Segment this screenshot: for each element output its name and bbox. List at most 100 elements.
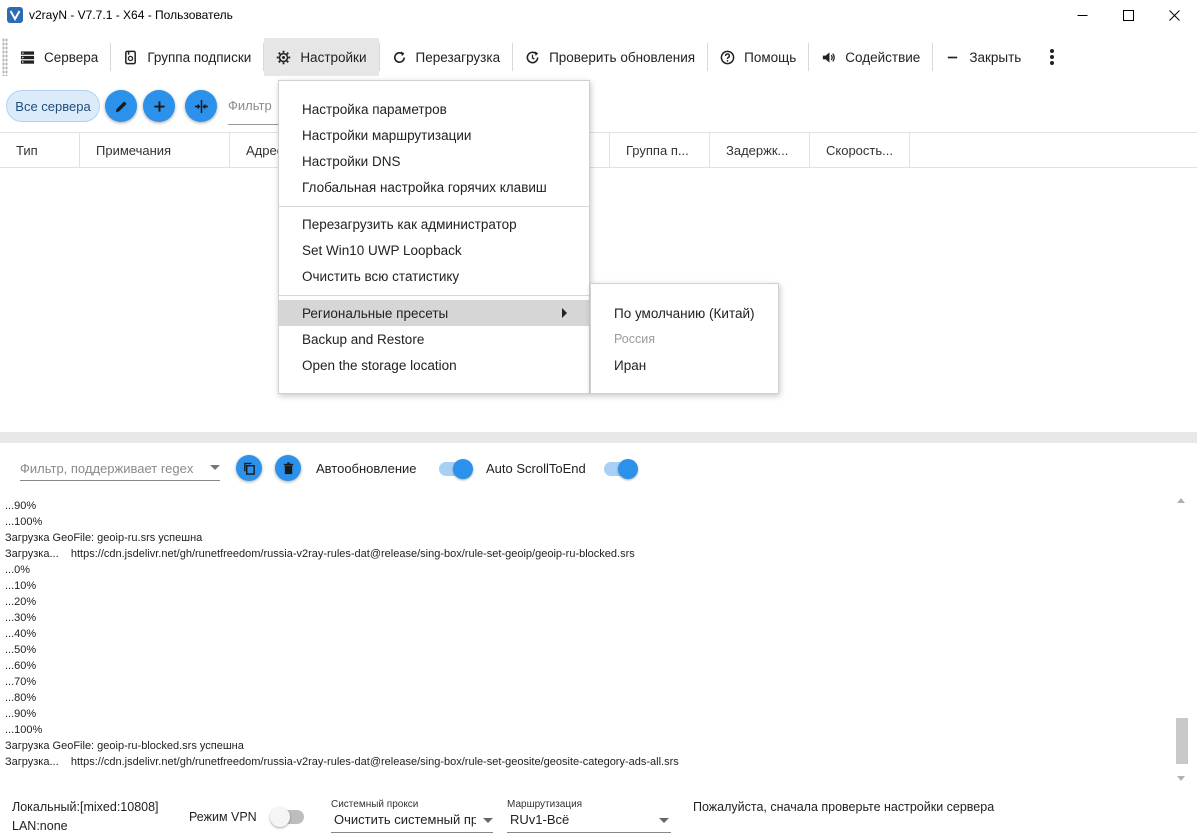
promotion-button[interactable]: Содействие [809, 38, 932, 76]
menu-item-regional-presets[interactable]: Региональные пресеты [279, 300, 589, 326]
window-title: v2rayN - V7.7.1 - X64 - Пользователь [29, 8, 233, 22]
status-bar: Локальный:[mixed:10808] LAN:none Режим V… [0, 795, 1197, 839]
menu-item-restart-admin[interactable]: Перезагрузить как администратор [279, 211, 589, 237]
log-line: ...90% [5, 500, 37, 512]
log-scrollbar[interactable] [1173, 490, 1189, 788]
title-bar[interactable]: v2rayN - V7.7.1 - X64 - Пользователь [0, 0, 1197, 30]
menu-item-parameters[interactable]: Настройка параметров [279, 96, 589, 122]
v2rayn-logo-icon [7, 7, 23, 23]
maximize-button[interactable] [1105, 0, 1151, 30]
settings-button[interactable]: Настройки [264, 38, 379, 76]
preset-default-china[interactable]: По умолчанию (Китай) [591, 300, 778, 326]
check-updates-button[interactable]: Проверить обновления [513, 38, 707, 76]
gear-icon [277, 50, 291, 64]
log-line: ...90% [5, 708, 37, 720]
preset-iran[interactable]: Иран [591, 352, 778, 378]
log-line: ...20% [5, 596, 37, 608]
auto-refresh-toggle[interactable] [439, 459, 473, 479]
plus-icon [153, 100, 165, 112]
app-window: v2rayN - V7.7.1 - X64 - Пользователь Сер… [0, 0, 1197, 839]
auto-scroll-label: Auto ScrollToEnd [486, 461, 586, 476]
minimize-button[interactable] [1059, 0, 1105, 30]
clear-log-button[interactable] [275, 455, 301, 481]
help-label: Помощь [744, 49, 797, 65]
subscription-icon [125, 50, 137, 64]
refresh-icon [393, 50, 405, 63]
regional-presets-submenu: По умолчанию (Китай) Россия Иран [590, 283, 779, 394]
subscription-group-label: Группа подписки [147, 49, 252, 65]
servers-button[interactable]: Сервера [8, 38, 110, 76]
minus-icon [948, 56, 958, 58]
menu-item-hotkeys[interactable]: Глобальная настройка горячих клавиш [279, 174, 589, 200]
regional-presets-label: Региональные пресеты [302, 305, 449, 321]
more-options-button[interactable] [1041, 38, 1063, 76]
reload-button[interactable]: Перезагрузка [380, 38, 513, 76]
log-line: ...40% [5, 628, 37, 640]
log-line: Загрузка... https://cdn.jsdelivr.net/gh/… [5, 548, 635, 560]
menu-item-open-storage[interactable]: Open the storage location [279, 352, 589, 378]
menu-item-uwp-loopback[interactable]: Set Win10 UWP Loopback [279, 237, 589, 263]
all-servers-chip[interactable]: Все сервера [6, 90, 100, 122]
add-server-button[interactable] [143, 90, 175, 122]
more-vertical-icon [1050, 49, 1055, 65]
help-button[interactable]: Помощь [708, 38, 808, 76]
server-grid-header: Тип Примечания Адрес Группа п... Задержк… [0, 132, 1197, 168]
routing-underline [507, 832, 671, 833]
server-filter-bar: Все сервера Фильтр [0, 88, 1197, 128]
status-message: Пожалуйста, сначала проверьте настройки … [693, 800, 995, 814]
column-header-speed[interactable]: Скорость... [810, 133, 910, 167]
server-filter-input[interactable]: Фильтр [228, 98, 272, 113]
system-proxy-select[interactable]: Очистить системный прокси [334, 812, 476, 827]
auto-scroll-toggle[interactable] [604, 459, 638, 479]
log-output[interactable]: ...90% ...100% Загрузка GeoFile: geoip-r… [5, 490, 1170, 780]
menu-item-routing[interactable]: Настройки маршрутизации [279, 122, 589, 148]
reload-label: Перезагрузка [415, 49, 501, 65]
scroll-down-arrow-icon[interactable] [1177, 776, 1185, 781]
chevron-down-icon[interactable] [210, 465, 220, 470]
close-app-button[interactable]: Закрыть [933, 38, 1033, 76]
edit-server-button[interactable] [105, 90, 137, 122]
menu-separator [279, 295, 589, 296]
log-line: ...100% [5, 516, 43, 528]
routing-select[interactable]: RUv1-Всё [510, 812, 650, 827]
chevron-down-icon[interactable] [483, 818, 493, 823]
vpn-mode-label: Режим VPN [189, 810, 257, 824]
log-filter-input[interactable]: Фильтр, поддерживает regex [20, 461, 193, 476]
toggle-knob [270, 807, 290, 827]
chevron-down-icon[interactable] [659, 818, 669, 823]
log-line: ...60% [5, 660, 37, 672]
scrollbar-thumb[interactable] [1176, 718, 1188, 764]
close-window-button[interactable] [1151, 0, 1197, 30]
server-list-icon [20, 50, 35, 64]
help-icon [720, 50, 735, 64]
subscription-group-button[interactable]: Группа подписки [111, 38, 263, 76]
split-view-button[interactable] [185, 90, 217, 122]
column-header-delay[interactable]: Задержк... [710, 133, 810, 167]
scroll-up-arrow-icon[interactable] [1177, 498, 1185, 503]
speaker-icon [823, 51, 836, 63]
menu-item-backup-restore[interactable]: Backup and Restore [279, 326, 589, 352]
auto-refresh-label: Автообновление [316, 461, 417, 476]
settings-menu: Настройка параметров Настройки маршрутиз… [278, 80, 590, 394]
column-header-remarks[interactable]: Примечания [80, 133, 230, 167]
column-header-type[interactable]: Тип [0, 133, 80, 167]
menu-item-clear-stats[interactable]: Очистить всю статистику [279, 263, 589, 289]
copy-log-button[interactable] [236, 455, 262, 481]
preset-russia: Россия [614, 332, 655, 346]
promotion-label: Содействие [845, 49, 921, 65]
chevron-right-icon [562, 308, 567, 318]
update-icon [526, 50, 539, 63]
column-header-group[interactable]: Группа п... [610, 133, 710, 167]
trash-icon [283, 461, 293, 474]
log-filter-underline [20, 480, 220, 481]
vpn-mode-toggle[interactable] [270, 807, 304, 827]
routing-label: Маршрутизация [507, 799, 583, 810]
system-proxy-label: Системный прокси [331, 799, 419, 810]
maximize-icon [1122, 9, 1134, 21]
local-port-status: Локальный:[mixed:10808] [12, 800, 159, 814]
menu-item-dns[interactable]: Настройки DNS [279, 148, 589, 174]
pane-splitter[interactable] [0, 432, 1197, 443]
check-updates-label: Проверить обновления [549, 49, 696, 65]
log-line: ...70% [5, 676, 37, 688]
split-icon [194, 99, 208, 113]
